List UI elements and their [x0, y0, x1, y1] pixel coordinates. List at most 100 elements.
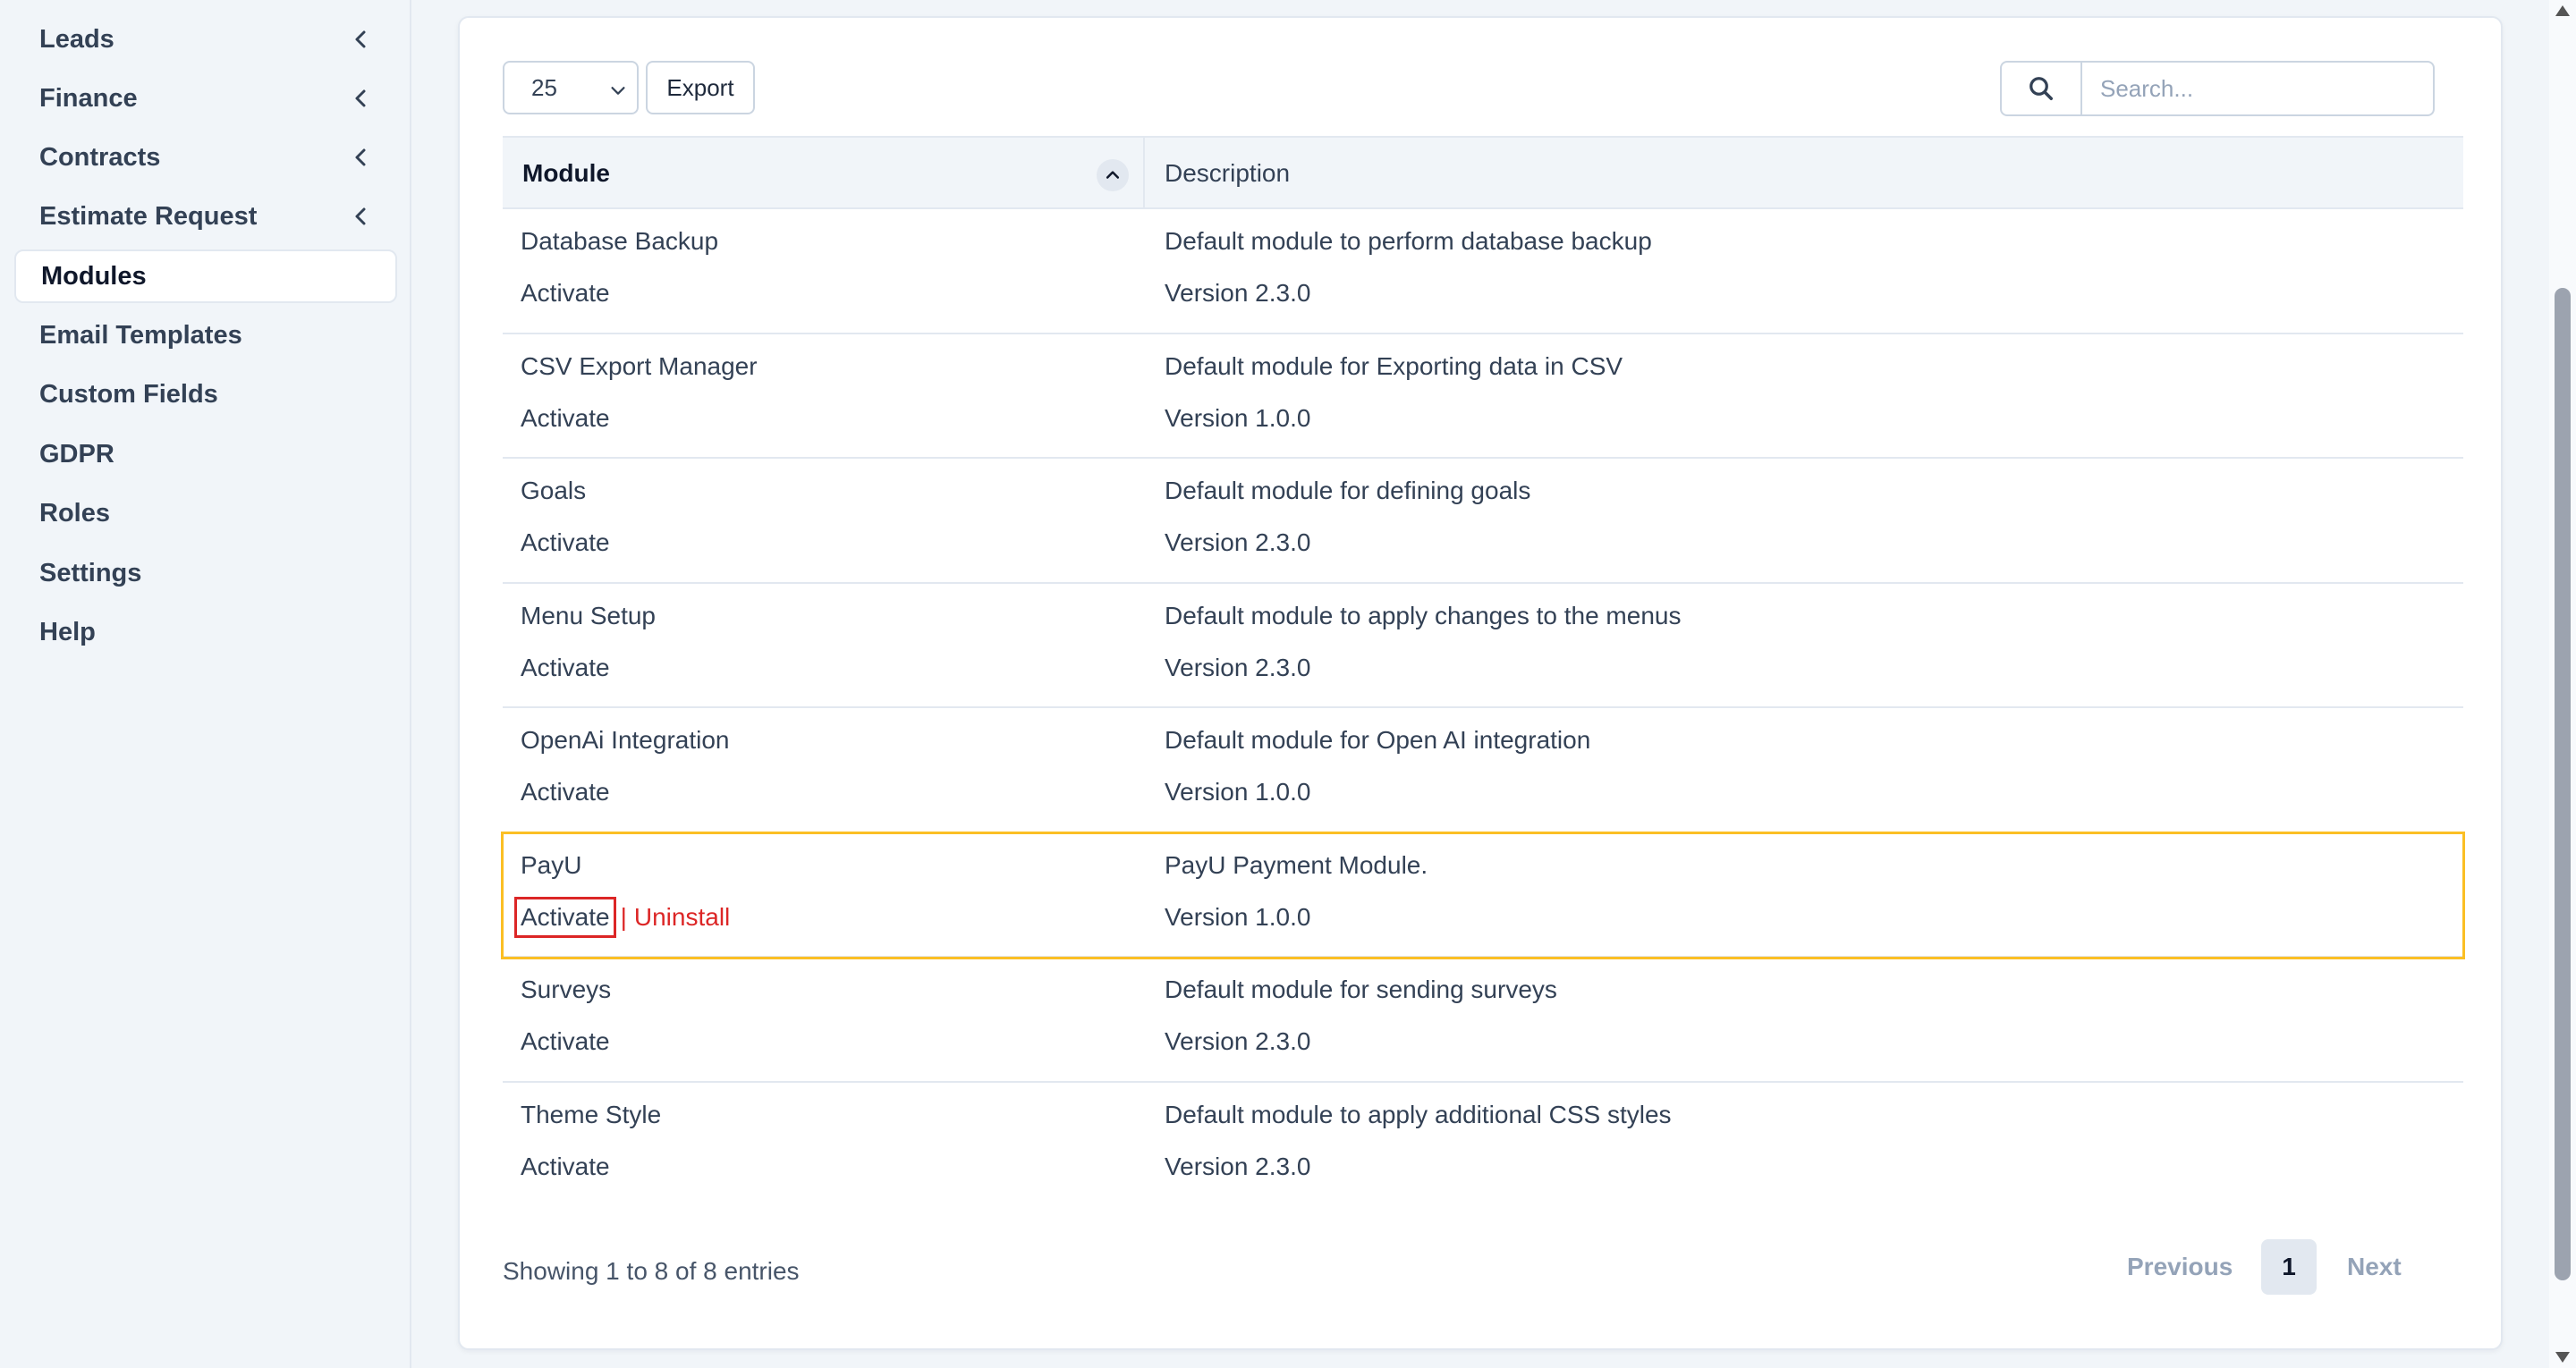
activate-link[interactable]: Activate	[521, 279, 610, 308]
sidebar-item-label: Contracts	[39, 142, 161, 172]
chevron-left-icon	[355, 207, 366, 225]
module-description: Default module to apply changes to the m…	[1165, 601, 1682, 629]
sidebar-item-custom-fields[interactable]: Custom Fields	[14, 367, 397, 421]
chevron-left-icon	[355, 89, 366, 107]
module-description: Default module to apply additional CSS s…	[1165, 1100, 1672, 1128]
pagination-next[interactable]: Next	[2347, 1239, 2402, 1295]
search-input[interactable]	[2082, 63, 2433, 114]
sidebar-item-label: Roles	[39, 498, 110, 528]
sidebar-item-label: Modules	[41, 261, 147, 291]
module-version: Version 1.0.0	[1165, 778, 1311, 806]
module-description: Default module for Exporting data in CSV	[1165, 351, 1623, 380]
sidebar-item-finance[interactable]: Finance	[14, 72, 397, 125]
chevron-left-icon	[355, 148, 366, 166]
sidebar-item-estimate-request[interactable]: Estimate Request	[14, 190, 397, 243]
sort-toggle[interactable]	[1097, 159, 1129, 191]
activate-link[interactable]: Activate	[521, 404, 610, 433]
sidebar-item-label: Finance	[39, 83, 138, 113]
module-name: Goals	[521, 477, 587, 504]
entries-info: Showing 1 to 8 of 8 entries	[503, 1257, 800, 1285]
activate-link[interactable]: Activate	[514, 896, 616, 938]
pagination-previous[interactable]: Previous	[2127, 1239, 2233, 1295]
table-row: Theme Style Activate Default module to a…	[503, 1083, 2463, 1208]
sidebar-item-gdpr[interactable]: GDPR	[14, 427, 397, 481]
activate-link[interactable]: Activate	[521, 1153, 610, 1181]
scrollbar-thumb[interactable]	[2555, 288, 2571, 1280]
table-row: Goals Activate Default module for defini…	[503, 459, 2463, 584]
table-row: CSV Export Manager Activate Default modu…	[503, 334, 2463, 459]
module-description: Default module for Open AI integration	[1165, 726, 1591, 754]
module-version: Version 2.3.0	[1165, 653, 1311, 681]
module-description: Default module to perform database backu…	[1165, 227, 1652, 255]
module-version: Version 2.3.0	[1165, 1027, 1311, 1055]
module-version: Version 1.0.0	[1165, 902, 1311, 931]
chevron-down-icon	[611, 87, 625, 95]
sidebar-item-contracts[interactable]: Contracts	[14, 131, 397, 184]
sidebar-item-label: Settings	[39, 558, 142, 587]
module-name: CSV Export Manager	[521, 351, 758, 380]
row-actions: Activate	[521, 404, 610, 433]
sidebar-item-label: GDPR	[39, 439, 114, 469]
per-page-value: 25	[531, 73, 557, 101]
per-page-select[interactable]: 25	[503, 61, 639, 114]
module-name: Menu Setup	[521, 601, 656, 629]
table-row: Surveys Activate Default module for send…	[503, 958, 2463, 1083]
search-icon[interactable]	[2002, 63, 2082, 114]
module-description: Default module for defining goals	[1165, 477, 1531, 504]
chevron-up-icon	[1106, 171, 1120, 179]
sidebar-item-label: Email Templates	[39, 320, 242, 350]
sidebar-item-settings[interactable]: Settings	[14, 546, 397, 600]
row-actions: Activate	[521, 1027, 610, 1056]
activate-link[interactable]: Activate	[521, 654, 610, 682]
sidebar-item-roles[interactable]: Roles	[14, 486, 397, 540]
column-header-module[interactable]: Module	[503, 138, 1145, 209]
activate-link[interactable]: Activate	[521, 778, 610, 806]
table-row: Menu Setup Activate Default module to ap…	[503, 584, 2463, 708]
column-header-label: Description	[1165, 159, 1291, 187]
sidebar-item-label: Help	[39, 617, 96, 646]
row-actions: Activate	[521, 654, 610, 682]
table-header: Module Description	[503, 136, 2463, 209]
module-name: PayU	[521, 850, 582, 879]
pagination-page-1[interactable]: 1	[2261, 1239, 2317, 1295]
sidebar-item-label: Custom Fields	[39, 379, 218, 409]
scroll-up-arrow-icon[interactable]	[2555, 5, 2570, 16]
module-description: Default module for sending surveys	[1165, 975, 1557, 1003]
sidebar: Leads Finance Contracts Estimate Request…	[0, 0, 411, 1368]
page-scrollbar[interactable]	[2549, 0, 2576, 1368]
row-actions: Activate	[521, 528, 610, 557]
row-actions: Activate	[521, 1153, 610, 1181]
column-header-label: Module	[522, 159, 610, 187]
table-row: OpenAi Integration Activate Default modu…	[503, 708, 2463, 833]
module-name: OpenAi Integration	[521, 726, 730, 754]
sidebar-item-email-templates[interactable]: Email Templates	[14, 308, 397, 362]
table-row: Database Backup Activate Default module …	[503, 209, 2463, 334]
module-name: Surveys	[521, 975, 612, 1003]
sidebar-item-leads[interactable]: Leads	[14, 13, 397, 66]
module-version: Version 2.3.0	[1165, 528, 1311, 556]
activate-link[interactable]: Activate	[521, 1027, 610, 1056]
table-body: Database Backup Activate Default module …	[501, 209, 2465, 1208]
export-button[interactable]: Export	[646, 61, 755, 114]
modules-card: 25 Export Module Description Database Ba…	[458, 16, 2503, 1350]
sidebar-item-label: Estimate Request	[39, 201, 258, 231]
column-header-description[interactable]: Description	[1145, 138, 2463, 209]
row-actions: Activate	[521, 279, 610, 308]
sidebar-item-help[interactable]: Help	[14, 605, 397, 659]
sidebar-item-modules[interactable]: Modules	[14, 249, 397, 303]
row-actions: Activate	[521, 778, 610, 806]
search-box	[2000, 61, 2435, 116]
row-actions: Activate | Uninstall	[514, 896, 730, 938]
action-separator: |	[620, 902, 627, 931]
module-version: Version 2.3.0	[1165, 279, 1311, 307]
module-name: Database Backup	[521, 227, 719, 255]
activate-link[interactable]: Activate	[521, 528, 610, 557]
module-description: PayU Payment Module.	[1165, 850, 1428, 879]
chevron-left-icon	[355, 30, 366, 48]
module-version: Version 1.0.0	[1165, 403, 1311, 432]
module-version: Version 2.3.0	[1165, 1152, 1311, 1180]
table-row-highlighted: PayU Activate | Uninstall PayU Payment M…	[501, 831, 2465, 959]
sidebar-item-label: Leads	[39, 24, 114, 54]
uninstall-link[interactable]: Uninstall	[634, 903, 730, 932]
scroll-down-arrow-icon[interactable]	[2555, 1352, 2570, 1363]
